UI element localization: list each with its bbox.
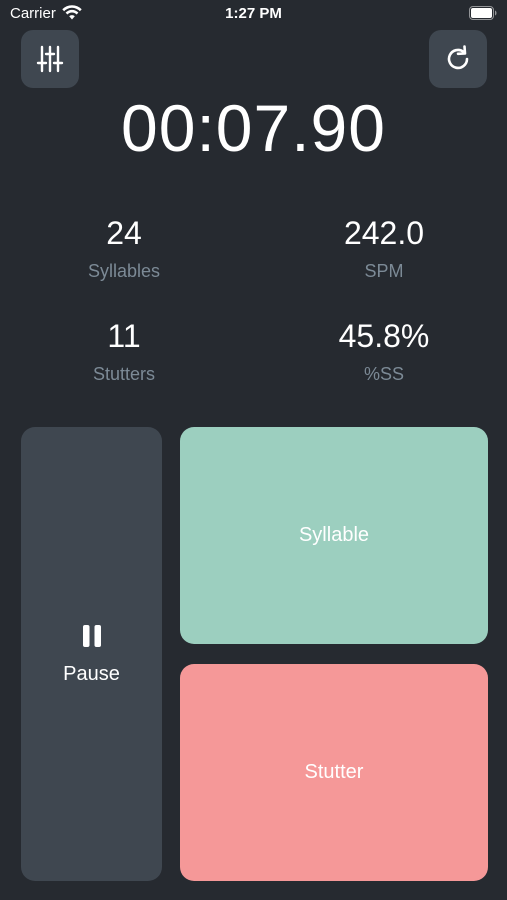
- syllables-label: Syllables: [87, 261, 161, 281]
- percent-ss-value: 45.8%: [338, 318, 430, 354]
- stutters-count: 11: [107, 318, 141, 354]
- status-bar: Carrier 1:27 PM: [0, 0, 507, 28]
- stutters-label: Stutters: [92, 364, 156, 384]
- settings-button[interactable]: [21, 30, 79, 88]
- stutter-button[interactable]: Stutter: [180, 664, 488, 881]
- pause-icon: [82, 624, 101, 647]
- syllables-stat: 24 Syllables: [24, 213, 224, 283]
- pause-label: Pause: [63, 662, 120, 685]
- syllables-count: 24: [106, 215, 142, 251]
- stutter-label: Stutter: [304, 761, 364, 783]
- status-time: 1:27 PM: [225, 5, 282, 22]
- syllable-button[interactable]: Syllable: [180, 427, 488, 644]
- refresh-icon: [447, 45, 469, 70]
- pause-button[interactable]: Pause: [21, 427, 162, 881]
- sliders-icon: [36, 45, 64, 73]
- elapsed-timer: 00:07.90: [121, 91, 386, 165]
- percent-ss-label: %SS: [363, 364, 405, 384]
- spm-stat: 242.0 SPM: [284, 213, 484, 283]
- spm-label: SPM: [364, 261, 404, 281]
- battery-icon: [469, 6, 497, 20]
- stutters-stat: 11 Stutters: [24, 316, 224, 386]
- syllable-label: Syllable: [298, 524, 370, 546]
- percent-ss-stat: 45.8% %SS: [284, 316, 484, 386]
- reset-button[interactable]: [429, 30, 487, 88]
- spm-value: 242.0: [343, 215, 425, 251]
